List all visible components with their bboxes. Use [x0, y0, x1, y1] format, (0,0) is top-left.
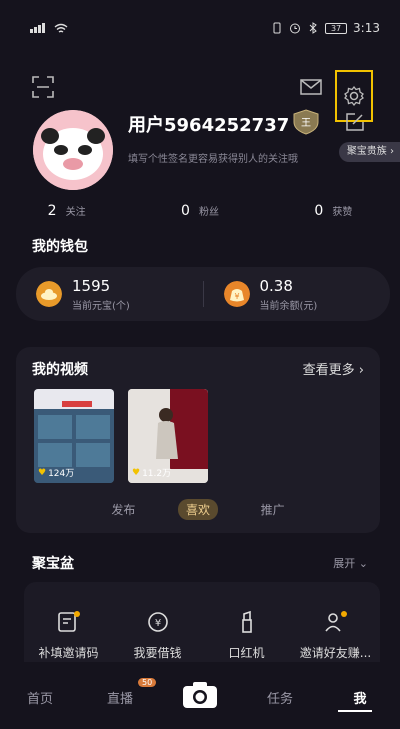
top-toolbar: [0, 70, 400, 122]
videos-card: 我的视频 查看更多 › ♥ 124万 ♥ 11.2万 发布 喜欢 推广: [16, 347, 380, 533]
invite-code-icon: [57, 611, 80, 632]
stat-num: 2: [47, 203, 57, 219]
videos-title: 我的视频: [32, 362, 88, 378]
alarm-icon: [290, 23, 301, 34]
bottom-tab-bar: 首页 直播 50 任务 我: [0, 665, 400, 729]
money-bag-icon: ¥: [223, 281, 250, 307]
tab-publish[interactable]: 发布: [103, 499, 143, 520]
signature-text[interactable]: 填写个性签名更容易获得别人的关注哦: [128, 150, 338, 165]
stat-num: 0: [180, 203, 190, 219]
video-thumb-2[interactable]: ♥ 11.2万: [128, 389, 208, 483]
expand-button[interactable]: 展开 ⌄: [333, 555, 368, 571]
jubao-noble-tag[interactable]: 聚宝贵族 ›: [338, 142, 400, 162]
coins-label: 当前元宝(个): [72, 300, 130, 312]
video-tabs: 发布 喜欢 推广: [16, 499, 380, 520]
stats-row: 2 关注 0 粉丝 0 获赞: [0, 200, 400, 219]
tab-likes[interactable]: 喜欢: [177, 499, 218, 520]
jubao-item-label: 口红机: [228, 646, 265, 660]
live-badge: 50: [138, 677, 157, 687]
svg-text:¥: ¥: [234, 292, 239, 301]
stat-label: 粉丝: [199, 207, 219, 218]
video-likes: ♥ 11.2万: [132, 466, 172, 480]
see-more-link[interactable]: 查看更多 ›: [303, 359, 364, 378]
tab-camera[interactable]: [160, 681, 240, 713]
jubao-card: 补填邀请码 ¥ 我要借钱 口红机 邀请好友赚...: [24, 582, 380, 662]
jubao-item-label: 邀请好友赚...: [299, 646, 372, 660]
stat-following[interactable]: 2 关注: [0, 200, 133, 219]
wallet-coins[interactable]: 1595 当前元宝(个): [16, 267, 203, 321]
vibrate-icon: [273, 22, 281, 34]
tab-me[interactable]: 我: [320, 688, 400, 707]
lipstick-icon: [241, 610, 252, 633]
gear-icon: [344, 85, 364, 107]
balance-label: 当前余额(元): [259, 300, 318, 312]
likes-count: 124万: [48, 469, 75, 479]
edit-profile-icon[interactable]: [345, 112, 365, 132]
jubao-item-label: 补填邀请码: [38, 646, 99, 660]
jubao-item-invite-friends[interactable]: 邀请好友赚...: [291, 582, 380, 662]
balance-value: 0.38: [259, 276, 293, 295]
phone-screen: 37 3:13 用户5964252737 王 填写个性签名更容易获得别人的关注哦…: [0, 0, 400, 729]
username: 用户5964252737: [128, 115, 290, 136]
stat-likes[interactable]: 0 获赞: [267, 200, 400, 219]
expand-label: 展开: [333, 557, 356, 570]
video-thumb-1[interactable]: ♥ 124万: [34, 389, 114, 483]
invite-friends-icon: [324, 611, 347, 632]
svg-text:¥: ¥: [154, 618, 160, 629]
video-likes: ♥ 124万: [38, 466, 75, 480]
svg-text:王: 王: [301, 118, 311, 129]
camera-icon: [183, 682, 217, 708]
jubao-item-invite-code[interactable]: 补填邀请码: [24, 582, 113, 662]
jubao-title: 聚宝盆: [32, 556, 74, 572]
vip-badge-icon[interactable]: 王: [292, 109, 320, 135]
wifi-icon: [54, 23, 68, 33]
tab-live-label: 直播: [106, 691, 133, 707]
loan-icon: ¥: [147, 612, 168, 632]
panda-avatar-icon: [33, 110, 113, 190]
coins-value: 1595: [72, 276, 111, 295]
tab-tasks[interactable]: 任务: [240, 688, 320, 707]
tab-home[interactable]: 首页: [0, 688, 80, 707]
active-tab-indicator: [338, 710, 372, 712]
jubao-item-lipstick[interactable]: 口红机: [202, 582, 291, 662]
battery-icon: 37: [325, 22, 348, 34]
mail-icon[interactable]: [300, 76, 322, 98]
wallet-balance[interactable]: ¥ 0.38 当前余额(元): [204, 267, 391, 321]
stat-label: 获赞: [332, 207, 353, 218]
stat-label: 关注: [65, 207, 86, 218]
status-bar: 37 3:13: [0, 0, 400, 56]
jubao-item-loan[interactable]: ¥ 我要借钱: [113, 582, 202, 662]
status-time: 3:13: [353, 21, 380, 35]
jubao-item-label: 我要借钱: [133, 646, 182, 660]
bluetooth-icon: [309, 22, 317, 34]
wallet-card: 1595 当前元宝(个) ¥ 0.38 当前余额(元): [16, 267, 390, 321]
stat-num: 0: [314, 203, 324, 219]
chevron-right-icon: ›: [358, 363, 364, 378]
tab-live[interactable]: 直播 50: [80, 677, 160, 707]
wallet-title: 我的钱包: [32, 239, 88, 255]
avatar[interactable]: [33, 110, 113, 190]
see-more-label: 查看更多: [302, 363, 355, 378]
scan-icon[interactable]: [32, 76, 54, 98]
signal-icon: [30, 23, 48, 33]
heart-icon: ♥: [38, 467, 47, 478]
tab-promote[interactable]: 推广: [253, 499, 293, 520]
heart-icon: ♥: [132, 467, 141, 478]
stat-fans[interactable]: 0 粉丝: [133, 200, 266, 219]
chevron-down-icon: ⌄: [358, 557, 368, 570]
gold-ingot-icon: [36, 281, 62, 307]
jubao-noble-label: 聚宝贵族: [346, 146, 387, 157]
likes-count: 11.2万: [142, 469, 172, 479]
